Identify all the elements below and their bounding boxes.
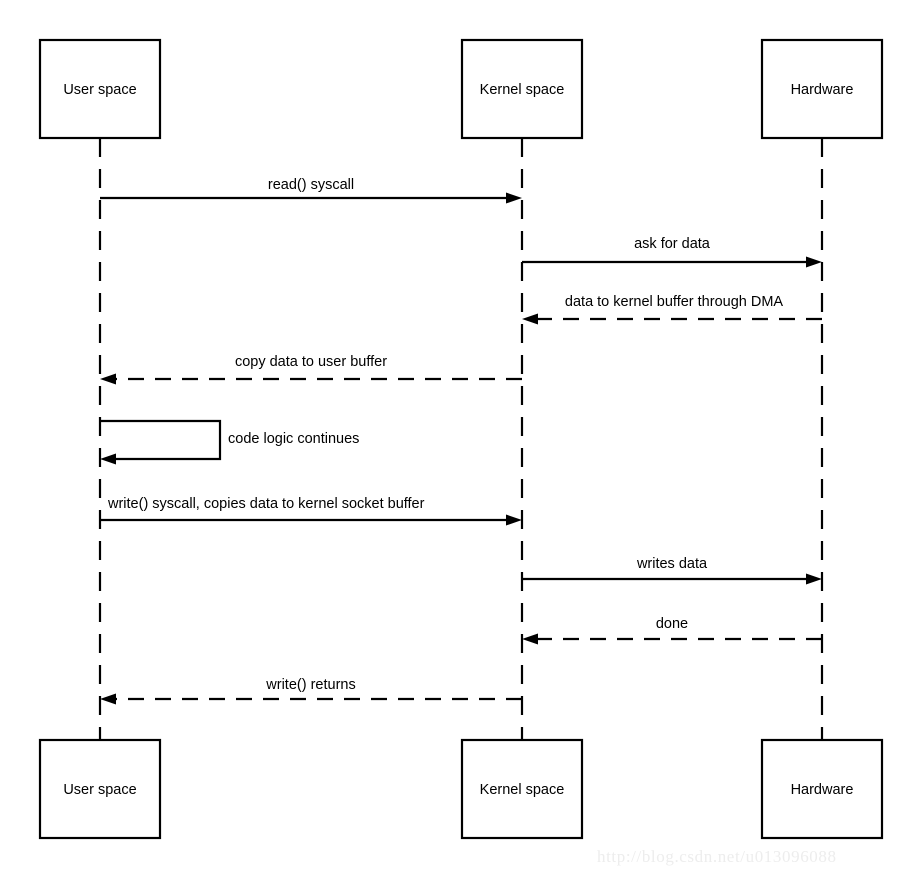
participant-label-user-space-top: User space <box>63 82 136 98</box>
participant-boxes-bottom: User space Kernel space Hardware <box>38 738 884 840</box>
participant-label-user-space-bottom: User space <box>63 782 136 798</box>
message-5-user-space-to-user-space: code logic continues <box>100 419 359 465</box>
message-8-hardware-to-kernel-space: done <box>522 616 822 645</box>
message-2-kernel-space-to-hardware: ask for data <box>522 236 822 268</box>
message-1-user-space-to-kernel-space: read() syscall <box>100 177 522 204</box>
participant-label-kernel-space-bottom: Kernel space <box>480 782 565 798</box>
arrowhead-4 <box>100 373 116 385</box>
message-line-self-call[interactable] <box>100 419 222 461</box>
message-label-5: code logic continues <box>228 431 359 447</box>
sequence-diagram-canvas: read() syscall ask for data data to kernel… <box>0 0 922 880</box>
arrowhead-8 <box>522 633 538 645</box>
arrowhead-1 <box>506 192 522 204</box>
message-label-2: ask for data <box>634 236 711 252</box>
arrowhead-2 <box>806 256 822 268</box>
arrowhead-self-call <box>100 453 116 465</box>
message-3-hardware-to-kernel-space: data to kernel buffer through DMA <box>522 294 822 325</box>
message-label-4: copy data to user buffer <box>235 354 387 370</box>
message-label-8: done <box>656 616 688 632</box>
message-6-user-space-to-kernel-space: write() syscall, copies data to kernel s… <box>100 496 522 526</box>
message-9-kernel-space-to-user-space: write() returns <box>100 677 522 705</box>
message-4-kernel-space-to-user-space: copy data to user buffer <box>100 354 522 385</box>
message-label-1: read() syscall <box>268 177 354 193</box>
message-label-7: writes data <box>636 556 708 572</box>
participant-boxes-top: User space Kernel space Hardware <box>38 38 884 140</box>
watermark-url: http://blog.csdn.net/u013096088 <box>597 847 837 866</box>
arrowhead-7 <box>806 573 822 585</box>
message-label-6: write() syscall, copies data to kernel s… <box>107 496 425 512</box>
participant-label-hardware-bottom: Hardware <box>791 782 854 798</box>
participant-label-hardware-top: Hardware <box>791 82 854 98</box>
arrowhead-6 <box>506 514 522 526</box>
lifelines-group <box>98 138 824 740</box>
messages-group: read() syscall ask for data data to kernel… <box>100 177 822 705</box>
message-label-3: data to kernel buffer through DMA <box>565 294 783 310</box>
arrowhead-9 <box>100 693 116 705</box>
sequence-diagram-svg: read() syscall ask for data data to kernel… <box>38 38 884 866</box>
participant-label-kernel-space-top: Kernel space <box>480 82 565 98</box>
arrowhead-3 <box>522 313 538 325</box>
message-label-9: write() returns <box>265 677 355 693</box>
message-7-kernel-space-to-hardware: writes data <box>522 556 822 585</box>
